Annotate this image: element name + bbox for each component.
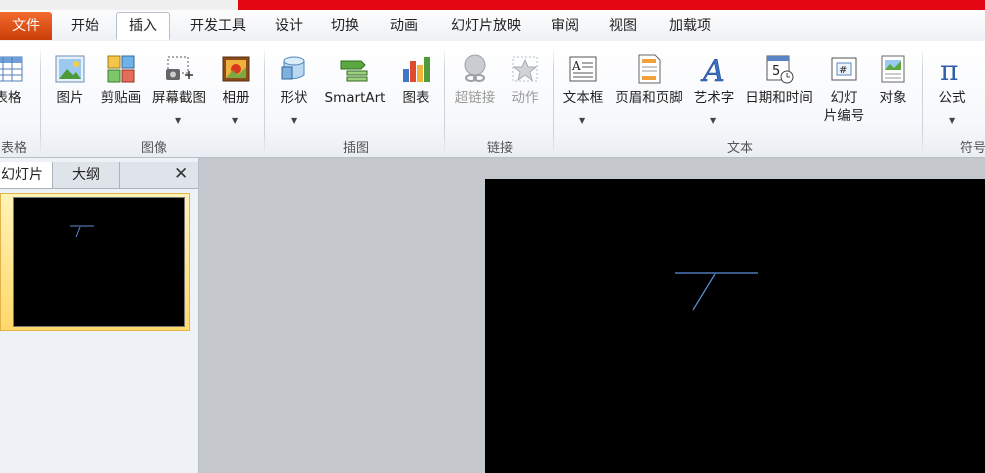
shapes-icon — [281, 56, 305, 80]
screenshot-button[interactable]: 屏幕截图 — [147, 53, 211, 107]
slide-number-icon: # — [831, 57, 857, 81]
slide-number-button[interactable]: # 幻灯 片编号 — [820, 53, 868, 125]
hyperlink-button[interactable]: 超链接 — [450, 53, 500, 107]
hyperlink-icon — [464, 54, 486, 82]
smartart-icon — [340, 60, 368, 82]
clipart-icon — [107, 55, 135, 83]
date-time-label: 日期和时间 — [745, 90, 813, 106]
slide-canvas[interactable] — [485, 179, 985, 473]
header-footer-button[interactable]: 页眉和页脚 — [610, 53, 688, 107]
object-button[interactable]: 对象 — [872, 53, 914, 107]
tab-review[interactable]: 审阅 — [542, 14, 588, 38]
slide-number-label-line1: 幻灯 — [830, 90, 858, 106]
header-footer-label: 页眉和页脚 — [615, 90, 683, 106]
table-button[interactable]: 表格 — [0, 53, 30, 107]
chart-button[interactable]: 图表 — [398, 53, 434, 107]
chart-icon — [403, 57, 430, 82]
header-footer-icon — [638, 54, 661, 84]
ribbon: 表格 表格 图片 剪贴画 屏幕截图 ▼ 相册 ▼ 图像 形状 ▼ SmartAr… — [0, 41, 985, 158]
wordart-button[interactable]: A 艺术字 — [690, 53, 738, 107]
screenshot-icon — [166, 56, 193, 80]
chart-label: 图表 — [402, 90, 430, 106]
action-button[interactable]: 动作 — [505, 53, 545, 107]
smartart-label: SmartArt — [324, 90, 386, 106]
date-time-button[interactable]: 5 日期和时间 — [740, 53, 818, 107]
svg-text:A: A — [700, 54, 725, 85]
tab-home[interactable]: 开始 — [62, 14, 108, 38]
screenshot-label: 屏幕截图 — [152, 90, 206, 106]
svg-text:5: 5 — [772, 64, 780, 79]
equation-label: 公式 — [938, 90, 966, 106]
textbox-icon: A — [569, 56, 597, 82]
calendar-icon: 5 — [766, 55, 794, 84]
group-separator — [264, 47, 265, 155]
shapes-label: 形状 — [280, 90, 308, 106]
slides-pane-tabs: 幻灯片 大纲 ✕ — [0, 162, 198, 189]
screenshot-dropdown-icon[interactable]: ▼ — [175, 116, 181, 125]
photo-album-icon — [222, 56, 250, 82]
shapes-button[interactable]: 形状 — [276, 53, 312, 107]
tab-slides[interactable]: 幻灯片 — [0, 162, 53, 188]
hyperlink-label: 超链接 — [454, 90, 496, 106]
diagonal-line-shape[interactable] — [692, 273, 716, 311]
tab-slides-label: 幻灯片 — [1, 167, 43, 183]
group-separator — [40, 47, 41, 155]
title-bar-accent — [238, 0, 985, 10]
group-separator — [444, 47, 445, 155]
tab-insert[interactable]: 插入 — [116, 12, 170, 40]
svg-text:π: π — [940, 54, 958, 85]
action-label: 动作 — [511, 90, 539, 106]
group-separator — [922, 47, 923, 155]
thumbnail-shape — [70, 225, 94, 238]
svg-text:A: A — [571, 59, 581, 73]
equation-dropdown-icon[interactable]: ▼ — [949, 116, 955, 125]
close-pane-icon[interactable]: ✕ — [174, 164, 188, 184]
shapes-dropdown-icon[interactable]: ▼ — [291, 116, 297, 125]
svg-text:#: # — [839, 65, 847, 76]
object-label: 对象 — [879, 90, 907, 106]
tab-view[interactable]: 视图 — [600, 14, 646, 38]
object-icon — [881, 55, 905, 83]
tab-file[interactable]: 文件 — [0, 12, 52, 40]
tab-animations[interactable]: 动画 — [381, 14, 427, 38]
tab-outline[interactable]: 大纲 — [53, 162, 120, 188]
equation-button[interactable]: π 公式 — [932, 53, 972, 107]
tab-transitions[interactable]: 切换 — [322, 14, 368, 38]
group-separator — [553, 47, 554, 155]
clipart-label: 剪贴画 — [100, 90, 142, 106]
group-label-images: 图像 — [140, 141, 167, 156]
photo-album-dropdown-icon[interactable]: ▼ — [232, 116, 238, 125]
pi-icon: π — [940, 54, 958, 85]
tab-developer[interactable]: 开发工具 — [178, 14, 258, 38]
title-bar — [0, 0, 985, 10]
wordart-label: 艺术字 — [693, 90, 735, 106]
ribbon-tab-row: 文件 开始 插入 开发工具 设计 切换 动画 幻灯片放映 审阅 视图 加载项 — [0, 10, 985, 42]
textbox-label: 文本框 — [562, 90, 604, 106]
picture-button[interactable]: 图片 — [52, 53, 88, 107]
textbox-button[interactable]: A 文本框 — [560, 53, 606, 107]
smartart-button[interactable]: SmartArt — [320, 53, 390, 107]
group-label-table: 表格 — [0, 141, 27, 156]
picture-label: 图片 — [56, 90, 84, 106]
wordart-dropdown-icon[interactable]: ▼ — [710, 116, 716, 125]
tab-slideshow[interactable]: 幻灯片放映 — [440, 14, 532, 38]
wordart-icon: A — [700, 54, 725, 85]
picture-icon — [55, 55, 85, 83]
tab-addins[interactable]: 加载项 — [659, 14, 721, 38]
group-label-links: 链接 — [486, 141, 513, 156]
textbox-dropdown-icon[interactable]: ▼ — [579, 116, 585, 125]
photo-album-button[interactable]: 相册 — [216, 53, 256, 107]
clipart-button[interactable]: 剪贴画 — [96, 53, 146, 107]
group-label-symbols: 符号 — [960, 141, 985, 156]
action-icon — [512, 56, 538, 82]
slide-thumbnail[interactable] — [13, 197, 185, 327]
tab-design[interactable]: 设计 — [266, 14, 312, 38]
group-label-text: 文本 — [726, 141, 753, 156]
table-icon — [0, 56, 23, 82]
slide-shapes — [675, 272, 758, 311]
table-label: 表格 — [0, 90, 22, 106]
group-label-illustrations: 插图 — [342, 141, 369, 156]
slide-number-label-line2: 片编号 — [823, 108, 865, 124]
photo-album-label: 相册 — [222, 90, 250, 106]
